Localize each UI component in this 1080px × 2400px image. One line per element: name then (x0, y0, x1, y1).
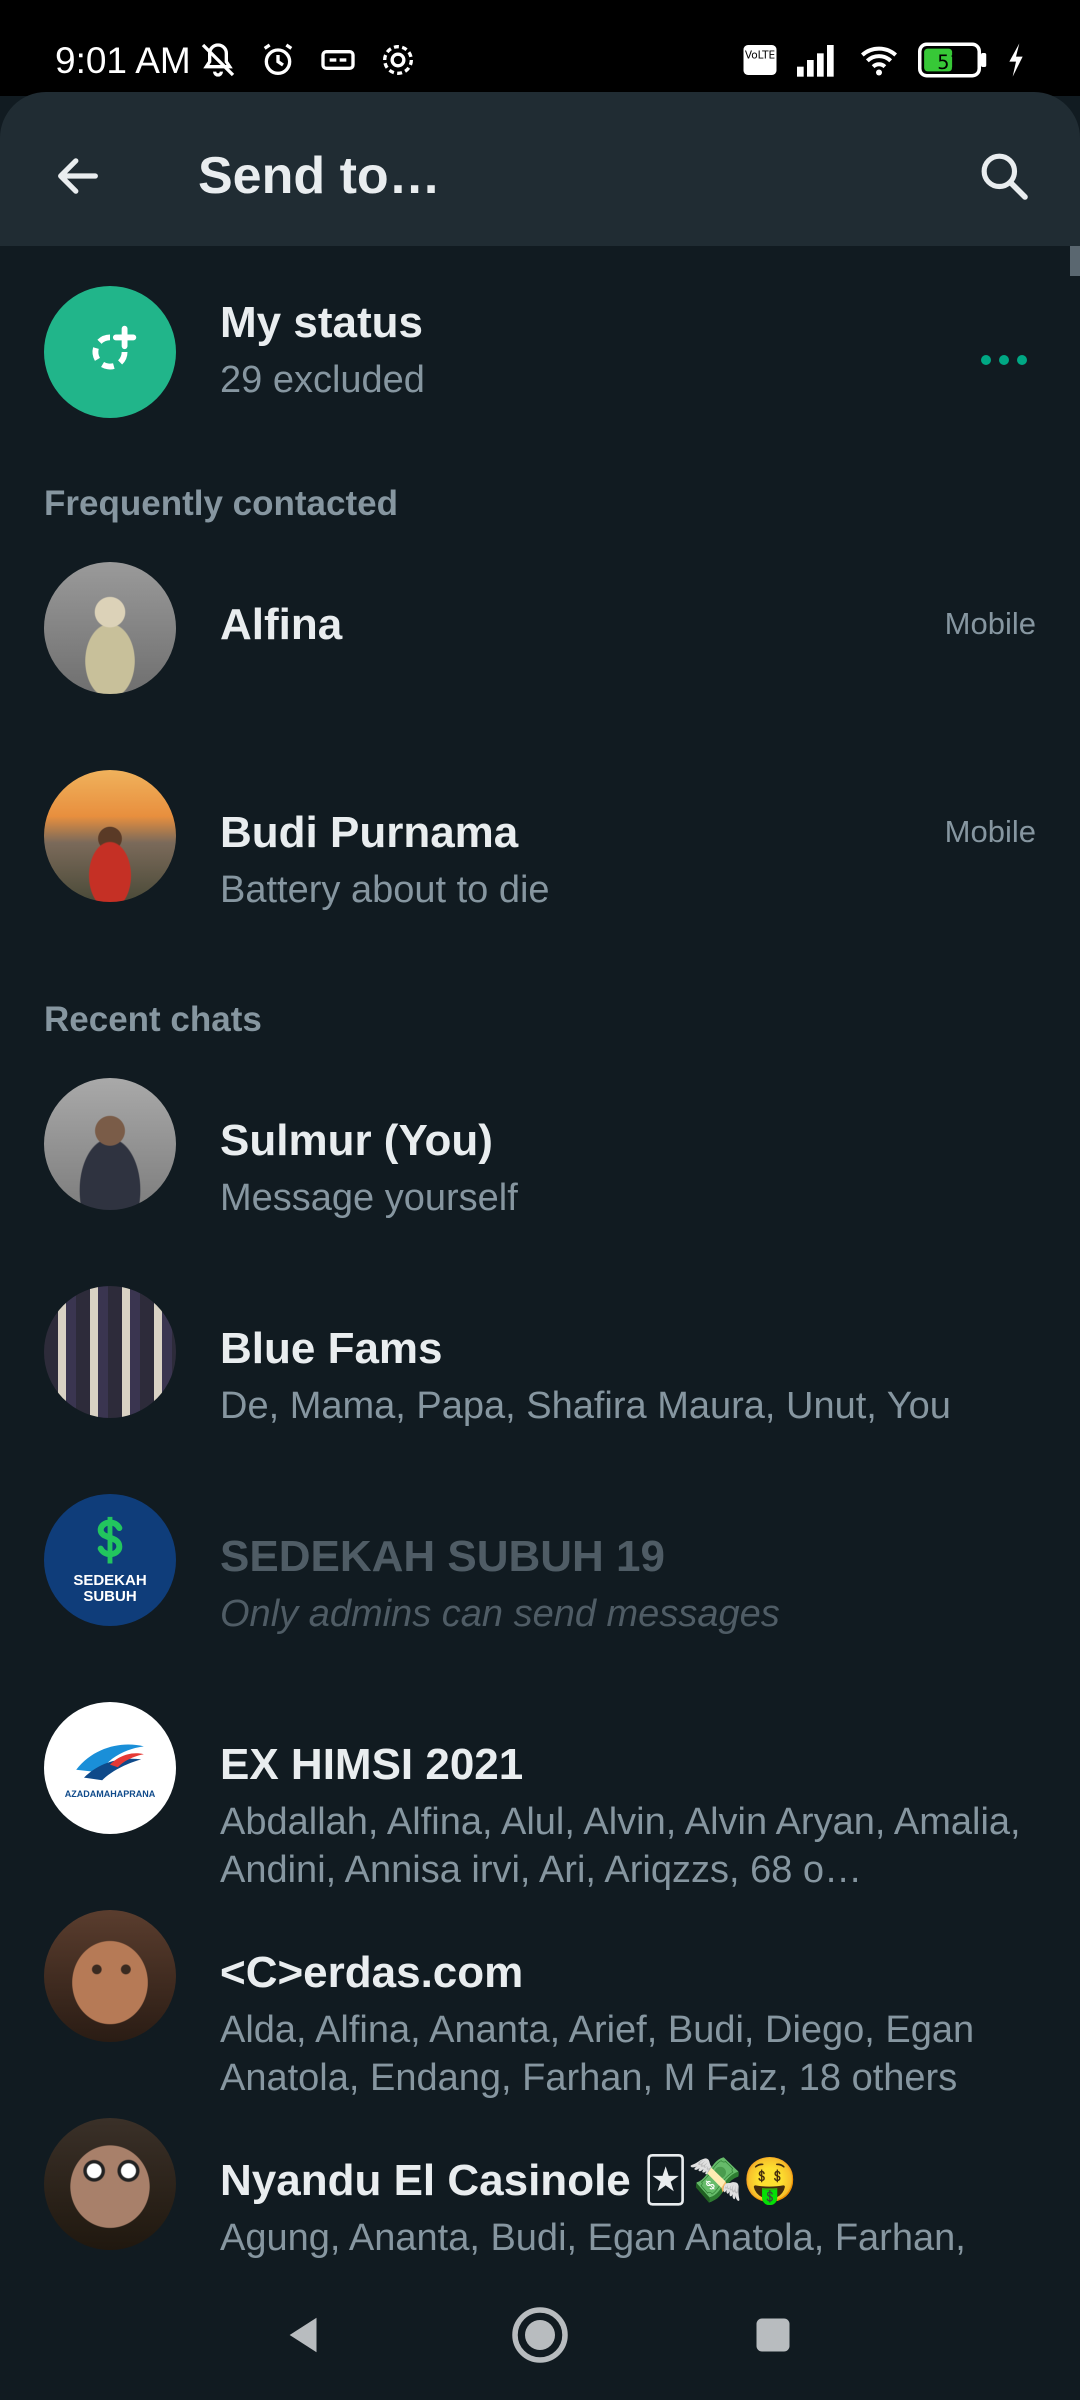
nav-back-button[interactable] (270, 2300, 340, 2370)
contact-name: Budi Purnama (220, 808, 519, 857)
more-horizontal-icon (981, 355, 1027, 365)
arrow-back-icon (58, 158, 98, 194)
chat-name: Blue Fams (220, 1324, 443, 1373)
back-button[interactable] (46, 144, 110, 208)
add-status-icon (92, 325, 137, 370)
contact-row[interactable]: Budi Purnama Battery about to die Mobile (0, 770, 1080, 978)
avatar: AZADAMAHAPRANA (44, 1702, 176, 1834)
nav-home-button[interactable] (505, 2300, 575, 2370)
chat-subtitle: Abdallah, Alfina, Alul, Alvin, Alvin Ary… (220, 1801, 1021, 1891)
chat-row[interactable]: AZADAMAHAPRANA EX HIMSI 2021 Abdallah, A… (0, 1702, 1080, 1928)
contact-about: Battery about to die (220, 869, 550, 911)
contact-name: Alfina (220, 600, 343, 649)
svg-text:VoLTE: VoLTE (745, 50, 775, 62)
avatar (44, 770, 176, 902)
chat-name: SEDEKAH SUBUH 19 (220, 1532, 665, 1581)
chat-name: Sulmur (You) (220, 1116, 493, 1165)
avatar (44, 1910, 176, 2042)
chat-subtitle: Message yourself (220, 1177, 518, 1219)
chat-subtitle: De, Mama, Papa, Shafira Maura, Unut, You (220, 1385, 951, 1427)
chat-row[interactable]: Sulmur (You) Message yourself (0, 1078, 1080, 1286)
avatar-logo-text: AZADAMAHAPRANA (64, 1789, 156, 1799)
chat-row-disabled: SEDEKAH SUBUH SEDEKAH SUBUH 19 Only admi… (0, 1494, 1080, 1702)
mute-icon (198, 38, 238, 82)
chat-row[interactable]: Nyandu El Casinole 🃏💸🤑 Agung, Ananta, Bu… (0, 2118, 1080, 2270)
avatar (44, 2118, 176, 2250)
alarm-icon (258, 38, 298, 82)
avatar: SEDEKAH SUBUH (44, 1494, 176, 1626)
nav-recents-icon (756, 2318, 790, 2352)
chat-row[interactable]: <C>erdas.com Alda, Alfina, Ananta, Arief… (0, 1910, 1080, 2136)
navigation-bar (0, 2270, 1080, 2400)
status-time: 9:01 AM (55, 40, 191, 81)
nav-recents-button[interactable] (738, 2300, 808, 2370)
my-status-title: My status (220, 298, 423, 347)
battery-icon: 51 (918, 38, 988, 82)
section-recent-chats: Recent chats (44, 1000, 262, 1039)
nav-home-icon (512, 2307, 568, 2363)
contact-type-label: Mobile (944, 814, 1036, 849)
my-status-subtitle: 29 excluded (220, 359, 425, 401)
my-status-row[interactable]: My status 29 excluded (0, 246, 1080, 454)
contact-row[interactable]: Alfina Mobile (0, 562, 1080, 770)
avatar (44, 1078, 176, 1210)
chat-subtitle: Agung, Ananta, Budi, Egan Anatola, Farha… (220, 2217, 971, 2270)
page-title: Send to… (198, 147, 441, 205)
status-bar: 9:01 AM VoLTE 51 (0, 0, 1080, 96)
status-menu-button[interactable] (974, 340, 1034, 380)
wifi-icon (856, 38, 902, 82)
contact-list: My status 29 excluded Frequently contact… (0, 246, 1080, 2270)
settings-icon (378, 38, 418, 82)
charging-icon (1004, 38, 1028, 82)
avatar (44, 1286, 176, 1418)
chat-name: Nyandu El Casinole 🃏💸🤑 (220, 2156, 798, 2205)
nav-back-icon (289, 2317, 317, 2353)
dollar-sign-icon (97, 1516, 123, 1564)
app-bar: Send to… (0, 92, 1080, 246)
contact-type-label: Mobile (944, 606, 1036, 641)
rectangle-icon (318, 38, 358, 82)
signal-icon (794, 38, 840, 82)
search-icon (981, 153, 1028, 200)
avatar-logo-text: SEDEKAH SUBUH (73, 1572, 147, 1605)
search-button[interactable] (964, 136, 1044, 216)
chat-name: EX HIMSI 2021 (220, 1740, 524, 1789)
svg-text:51: 51 (937, 51, 962, 74)
status-avatar (44, 286, 176, 418)
chat-row[interactable]: Blue Fams De, Mama, Papa, Shafira Maura,… (0, 1286, 1080, 1494)
chat-subtitle: Alda, Alfina, Ananta, Arief, Budi, Diego… (220, 2009, 975, 2099)
bird-logo-icon (76, 1744, 144, 1781)
chat-subtitle: Only admins can send messages (220, 1593, 780, 1635)
volte-icon: VoLTE (742, 38, 778, 82)
section-frequently-contacted: Frequently contacted (44, 484, 398, 523)
chat-name: <C>erdas.com (220, 1948, 524, 1997)
avatar (44, 562, 176, 694)
